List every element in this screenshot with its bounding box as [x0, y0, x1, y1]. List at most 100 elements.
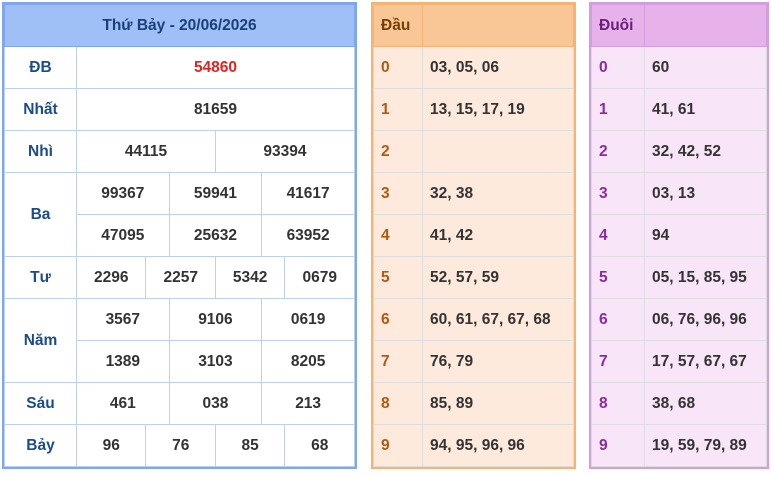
tail-digit: 1 — [591, 88, 645, 131]
head-values: 94, 95, 96, 96 — [422, 424, 574, 467]
head-values — [422, 130, 574, 173]
prize-value-bay: 68 — [284, 424, 355, 467]
tail-digit: 9 — [591, 424, 645, 467]
head-digit: 7 — [373, 340, 423, 383]
table-row: 0 03, 05, 06 — [373, 46, 574, 89]
prize-value-nhi: 93394 — [214, 130, 356, 173]
head-digit: 3 — [373, 172, 423, 215]
head-digit: 8 — [373, 382, 423, 425]
prize-label-tu: Tư — [4, 256, 77, 299]
head-digit: 0 — [373, 46, 423, 89]
prize-value-tu: 0679 — [284, 256, 355, 299]
tail-values: 38, 68 — [644, 382, 767, 425]
results-grid: Thứ Bảy - 20/06/2026 ĐB 54860 Nhất 81659… — [4, 4, 356, 467]
tail-values: 06, 76, 96, 96 — [644, 298, 767, 341]
prize-value-ba: 41617 — [261, 172, 355, 215]
prize-value-sau: 461 — [76, 382, 170, 425]
prize-value-nam: 9106 — [168, 298, 263, 341]
prize-value-nhi: 44115 — [76, 130, 216, 173]
table-row: 2 32, 42, 52 — [591, 130, 767, 173]
prize-value-bay: 96 — [75, 424, 147, 467]
tail-header-row: Đuôi — [591, 4, 767, 47]
table-row: 5 05, 15, 85, 95 — [591, 256, 767, 299]
tail-values: 05, 15, 85, 95 — [644, 256, 767, 299]
head-values: 76, 79 — [422, 340, 574, 383]
tail-digit: 3 — [591, 172, 645, 215]
prize-value-db: 54860 — [76, 46, 355, 89]
tail-digit: 2 — [591, 130, 645, 173]
prize-row-ba: Ba 99367 59941 41617 — [4, 172, 355, 257]
prize-row-db: ĐB 54860 — [4, 46, 355, 89]
table-row: 1 13, 15, 17, 19 — [373, 88, 574, 131]
tail-digit: 5 — [591, 256, 645, 299]
head-values: 03, 05, 06 — [422, 46, 574, 89]
table-row: 6 06, 76, 96, 96 — [591, 298, 767, 341]
prize-label-ba: Ba — [4, 172, 77, 257]
head-digit: 6 — [373, 298, 423, 341]
tail-header-label: Đuôi — [591, 4, 645, 47]
table-row: 9 19, 59, 79, 89 — [591, 424, 767, 467]
table-row: 4 94 — [591, 214, 767, 257]
draw-date-title: Thứ Bảy - 20/06/2026 — [4, 4, 355, 47]
head-digit: 2 — [373, 130, 423, 173]
table-row: 2 — [373, 130, 574, 173]
head-digit: 5 — [373, 256, 423, 299]
tail-values: 03, 13 — [644, 172, 767, 215]
table-row: 3 03, 13 — [591, 172, 767, 215]
prize-value-tu: 2257 — [145, 256, 216, 299]
tail-digit: 0 — [591, 46, 645, 89]
prize-label-nam: Năm — [4, 298, 77, 383]
prize-label-nhi: Nhì — [4, 130, 77, 173]
prize-value-bay: 85 — [214, 424, 286, 467]
prize-label-nhat: Nhất — [4, 88, 77, 131]
prize-row-nam: Năm 3567 9106 0619 — [4, 298, 355, 383]
tail-digit: 4 — [591, 214, 645, 257]
prize-label-db: ĐB — [4, 46, 77, 89]
tail-digit: 8 — [591, 382, 645, 425]
tail-digit-table: Đuôi 0 60 1 41, 61 2 32, 42, 52 3 03, 13 4 94… — [589, 2, 769, 469]
tail-values: 41, 61 — [644, 88, 767, 131]
head-values: 85, 89 — [422, 382, 574, 425]
prize-row-nhat: Nhất 81659 — [4, 88, 355, 131]
tail-digit: 6 — [591, 298, 645, 341]
prize-row-bay: Bảy 96 76 85 68 — [4, 424, 355, 467]
head-header-label: Đầu — [373, 4, 423, 47]
prize-label-bay: Bảy — [4, 424, 77, 467]
prize-row-nhi: Nhì 44115 93394 — [4, 130, 356, 173]
head-values: 41, 42 — [422, 214, 574, 257]
table-row: 7 76, 79 — [373, 340, 574, 383]
tail-values: 60 — [644, 46, 767, 89]
prize-row-sau: Sáu 461 038 213 — [4, 382, 355, 425]
prize-value-tu: 5342 — [214, 256, 286, 299]
prize-value-tu: 2296 — [75, 256, 147, 299]
prize-value-nhat: 81659 — [76, 88, 355, 131]
table-row: 1 41, 61 — [591, 88, 767, 131]
tail-values: 32, 42, 52 — [644, 130, 767, 173]
prize-value-nam: 1389 — [76, 340, 170, 383]
head-digit-grid: Đầu 0 03, 05, 06 1 13, 15, 17, 19 2 3 32, 3… — [373, 4, 574, 467]
tail-values: 17, 57, 67, 67 — [644, 340, 767, 383]
title-row: Thứ Bảy - 20/06/2026 — [4, 4, 355, 47]
head-values: 60, 61, 67, 67, 68 — [422, 298, 574, 341]
prize-label-sau: Sáu — [4, 382, 77, 425]
head-digit-table: Đầu 0 03, 05, 06 1 13, 15, 17, 19 2 3 32, 3… — [371, 2, 576, 469]
prize-value-ba: 59941 — [168, 172, 263, 215]
prize-value-sau: 038 — [168, 382, 263, 425]
table-row: 5 52, 57, 59 — [373, 256, 574, 299]
prize-row-tu: Tư 2296 2257 5342 0679 — [4, 256, 355, 299]
table-row: 8 85, 89 — [373, 382, 574, 425]
tail-digit: 7 — [591, 340, 645, 383]
head-digit: 4 — [373, 214, 423, 257]
prize-value-ba: 47095 — [76, 214, 170, 257]
head-digit: 1 — [373, 88, 423, 131]
prize-value-ba: 25632 — [168, 214, 263, 257]
tail-header-blank — [644, 4, 767, 47]
prize-value-nam: 0619 — [261, 298, 355, 341]
head-digit: 9 — [373, 424, 423, 467]
table-row: 3 32, 38 — [373, 172, 574, 215]
table-row: 7 17, 57, 67, 67 — [591, 340, 767, 383]
table-row: 0 60 — [591, 46, 767, 89]
table-row: 9 94, 95, 96, 96 — [373, 424, 574, 467]
tail-digit-grid: Đuôi 0 60 1 41, 61 2 32, 42, 52 3 03, 13 4 94… — [591, 4, 767, 467]
table-row: 8 38, 68 — [591, 382, 767, 425]
